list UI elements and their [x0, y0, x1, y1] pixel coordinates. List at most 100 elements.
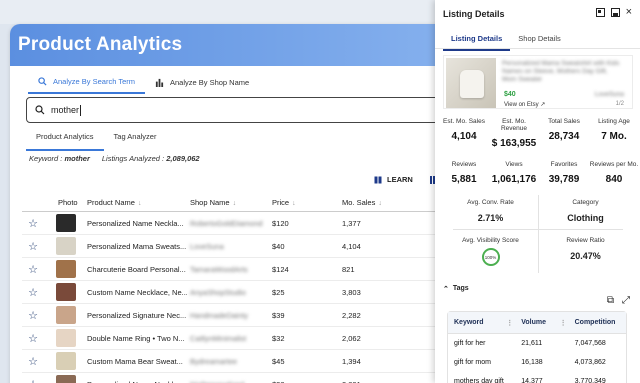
- product-thumbnail: [44, 214, 84, 232]
- product-price: $45: [272, 356, 285, 366]
- close-icon[interactable]: ×: [626, 7, 632, 18]
- panel-toolbar: ×: [595, 7, 632, 18]
- stat-label: Total Sales: [548, 118, 580, 125]
- tags-table-body: gift for her 21,611 7,047,568 gift for mom 1…: [448, 334, 626, 383]
- shop-name[interactable]: Bydreamartee: [187, 357, 269, 366]
- tab-tag-analyzer[interactable]: Tag Analyzer: [104, 128, 167, 151]
- shop-name[interactable]: TamaraWoodArts: [187, 265, 269, 274]
- shop-name[interactable]: RobertoGoldDiamond: [187, 219, 269, 228]
- col-product-name[interactable]: Product Name ↓: [84, 198, 187, 207]
- product-thumbnail: [44, 352, 84, 370]
- product-name[interactable]: Custom Name Necklace, Ne...: [84, 288, 187, 297]
- product-thumbnail: [44, 375, 84, 383]
- col-volume[interactable]: Volume ⋮: [517, 319, 570, 327]
- save-icon[interactable]: [610, 8, 620, 17]
- product-mo-sales: 4,104: [342, 241, 361, 251]
- listing-image: [446, 58, 496, 108]
- tab-product-analytics[interactable]: Product Analytics: [26, 128, 104, 151]
- listing-metrics: Avg. Conv. Rate 2.71% Category Clothing …: [443, 195, 633, 277]
- table-row[interactable]: ☆ Double Name Ring • Two N... CaitlynMinim…: [22, 327, 455, 350]
- stat-value: 1,061,176: [491, 174, 537, 185]
- shop-name[interactable]: LoveSuna: [187, 242, 269, 251]
- table-row[interactable]: ☆ Custom Mama Bear Sweat... Bydreamartee $4…: [22, 350, 455, 373]
- star-icon[interactable]: ☆: [22, 286, 44, 299]
- tags-table: Keyword ⋮ Volume ⋮ Competition gift for he…: [447, 311, 627, 383]
- table-row[interactable]: ☆ Charcuterie Board Personal... TamaraWood…: [22, 258, 455, 281]
- listing-pager: 1/2: [615, 101, 624, 107]
- col-price[interactable]: Price ↓: [269, 198, 339, 207]
- external-link-icon: ↗: [540, 102, 546, 108]
- tab-analyze-search-term[interactable]: Analyze By Search Term: [28, 72, 145, 94]
- tag-row: gift for her 21,611 7,047,568: [448, 334, 626, 353]
- product-name[interactable]: Custom Mama Bear Sweat...: [84, 357, 187, 366]
- table-row[interactable]: ☆ Personalized Name Neckla...NisPersonali…: [22, 373, 455, 383]
- shop-name[interactable]: NisPersonalized: [187, 380, 269, 383]
- stat-label: Reviews: [451, 161, 477, 168]
- export-icon[interactable]: [595, 8, 605, 17]
- table-row[interactable]: ☆ Personalized Signature Nec... HandmadeDa…: [22, 304, 455, 327]
- stat-value: 28,734: [548, 131, 580, 142]
- star-icon[interactable]: ☆: [22, 378, 44, 383]
- product-name[interactable]: Personalized Mama Sweats...: [84, 242, 187, 251]
- col-competition[interactable]: Competition: [571, 319, 626, 326]
- sub-tabs: Product Analytics Tag Analyzer: [26, 128, 166, 151]
- product-price: $120: [272, 218, 289, 228]
- stat-value: 7 Mo.: [601, 131, 627, 142]
- tab-label: Analyze By Shop Name: [169, 78, 250, 87]
- shop-name[interactable]: CaitlynMinimalist: [187, 334, 269, 343]
- product-name[interactable]: Personalized Name Neckla...: [84, 380, 187, 383]
- stat-label: Reviews per Mo.: [589, 161, 639, 168]
- product-thumbnail: [44, 329, 84, 347]
- product-price: $39: [272, 310, 285, 320]
- stat-item: Listing Age 7 Mo.: [589, 118, 639, 155]
- tags-table-header: Keyword ⋮ Volume ⋮ Competition: [448, 312, 626, 334]
- col-mo-sales[interactable]: Mo. Sales ↓: [339, 198, 429, 207]
- table-row[interactable]: ☆ Personalized Mama Sweats... LoveSuna $40 4…: [22, 235, 455, 258]
- shop-name[interactable]: HandmadeDainty: [187, 311, 269, 320]
- product-name[interactable]: Double Name Ring • Two N...: [84, 334, 187, 343]
- product-mo-sales: 2,282: [342, 310, 361, 320]
- product-name[interactable]: Charcuterie Board Personal...: [84, 265, 187, 274]
- star-icon[interactable]: ☆: [22, 332, 44, 345]
- star-icon[interactable]: ☆: [22, 217, 44, 230]
- star-icon[interactable]: ☆: [22, 240, 44, 253]
- stat-label: Favorites: [550, 161, 578, 168]
- product-name[interactable]: Personalized Signature Nec...: [84, 311, 187, 320]
- listing-card: Personalized Mama Sweatshirt with Kids N…: [443, 55, 633, 109]
- star-icon[interactable]: ☆: [22, 263, 44, 276]
- col-keyword[interactable]: Keyword ⋮: [448, 319, 517, 327]
- stat-value: 840: [605, 174, 623, 185]
- stat-label: Listing Age: [598, 118, 630, 125]
- expand-icon[interactable]: ⤢: [622, 295, 630, 306]
- stat-value: 4,104: [451, 131, 477, 142]
- avg-conv-rate: Avg. Conv. Rate 2.71%: [467, 199, 514, 223]
- view-on-etsy-link[interactable]: View on Etsy ↗: [504, 101, 545, 108]
- table-row[interactable]: ☆ Custom Name Necklace, Ne... AnyaShopStud…: [22, 281, 455, 304]
- sort-icon: ↓: [292, 200, 296, 207]
- star-icon[interactable]: ☆: [22, 309, 44, 322]
- product-price: $25: [272, 287, 285, 297]
- tags-toggle[interactable]: ⌃ Tags: [443, 285, 469, 293]
- product-thumbnail: [44, 283, 84, 301]
- col-shop-name[interactable]: Shop Name ↓: [187, 198, 269, 207]
- search-value: mother: [51, 105, 80, 115]
- search-meta: Keyword : mother Listings Analyzed : 2,0…: [29, 154, 200, 163]
- shop-name[interactable]: AnyaShopStudio: [187, 288, 269, 297]
- listing-title: Personalized Mama Sweatshirt with Kids N…: [502, 60, 620, 83]
- chevron-up-icon: ⌃: [443, 286, 449, 293]
- table-row[interactable]: ☆ Personalized Name Neckla... RobertoGoldD…: [22, 212, 455, 235]
- tag-keyword: gift for her: [454, 340, 486, 347]
- star-icon[interactable]: ☆: [22, 355, 44, 368]
- learn-button[interactable]: LEARN: [374, 175, 438, 184]
- search-input[interactable]: mother: [26, 97, 455, 123]
- sort-icon: ↓: [232, 200, 237, 207]
- table-body: ☆ Personalized Name Neckla... RobertoGoldD…: [22, 212, 455, 383]
- tab-analyze-shop-name[interactable]: Analyze By Shop Name: [145, 72, 259, 94]
- copy-icon[interactable]: ⧉: [607, 295, 614, 306]
- tag-row: gift for mom 16,138 4,073,862: [448, 353, 626, 372]
- product-name[interactable]: Personalized Name Neckla...: [84, 219, 187, 228]
- product-mo-sales: 1,394: [342, 356, 361, 366]
- product-price: $28: [269, 380, 339, 383]
- products-table: Photo Product Name ↓ Shop Name ↓ Price ↓ Mo…: [22, 194, 455, 383]
- visibility-gauge: 100%: [481, 248, 500, 266]
